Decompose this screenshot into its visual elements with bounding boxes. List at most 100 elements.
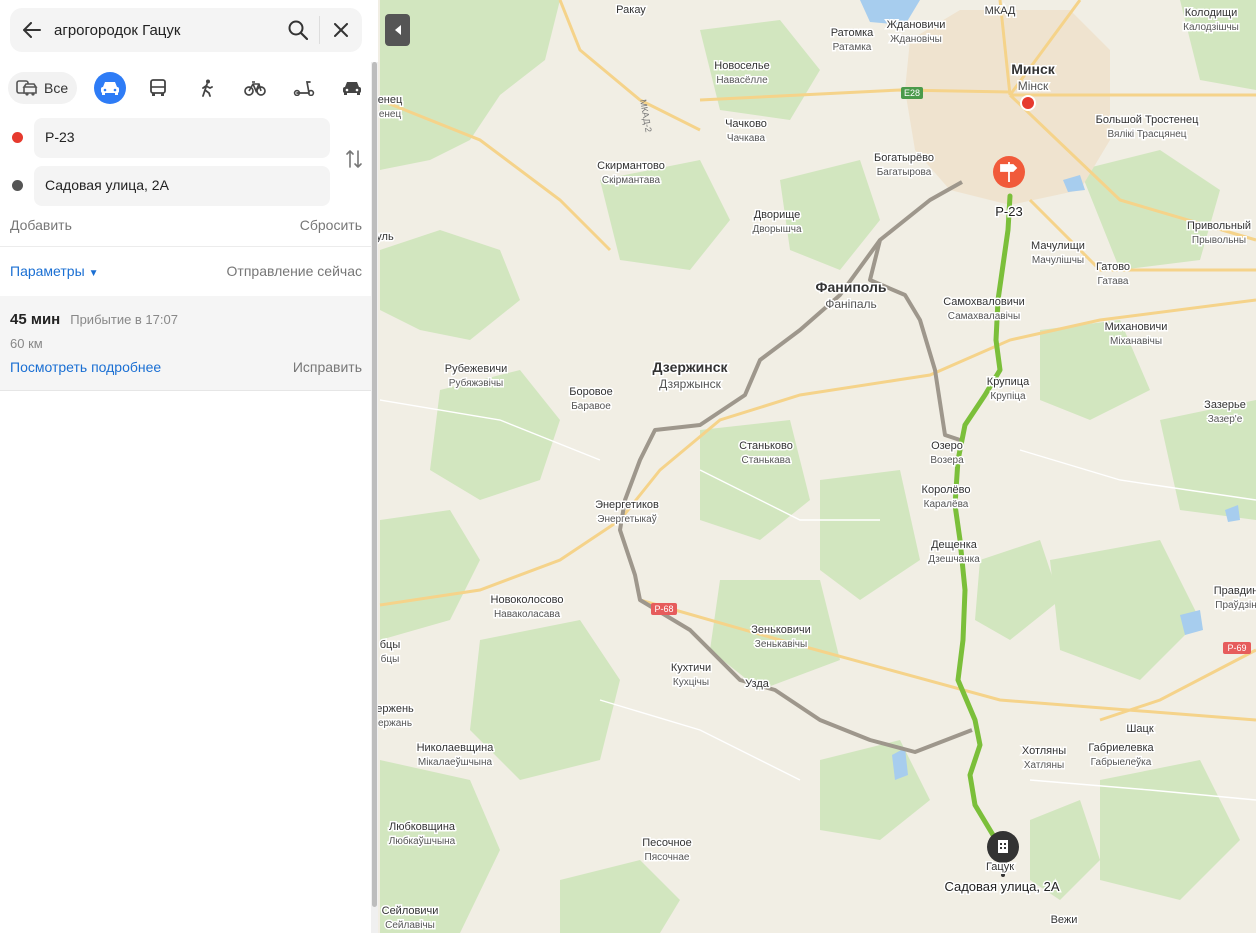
route-end: Садовая улица, 2А	[0, 166, 340, 206]
place-label[interactable]: Правдин	[1212, 584, 1256, 599]
place-label[interactable]: Дзержинск	[651, 358, 730, 377]
place-label[interactable]: Новоселье	[713, 59, 771, 74]
route-panel: агрогородок Гацук Все Р-23 Садовая улица…	[0, 0, 378, 933]
place-label[interactable]: Энергетиков	[594, 498, 661, 513]
place-label[interactable]: Гатово	[1094, 260, 1131, 275]
place-label[interactable]: Песочное	[641, 836, 694, 851]
place-label[interactable]: Шацк	[1125, 722, 1155, 737]
place-label[interactable]: Мачулищи	[1030, 239, 1087, 254]
mode-car-button[interactable]	[94, 72, 126, 104]
map-canvas[interactable]: E28 Р-68 Р-69 МКАД-2 Ракау ЖдановичиЖдано…	[378, 0, 1256, 933]
swap-button[interactable]	[343, 148, 365, 170]
place-label[interactable]: Боровое	[568, 385, 615, 400]
search-button[interactable]	[277, 8, 319, 52]
place-label-belarusian: Любкаўшчына	[389, 835, 456, 847]
place-label[interactable]: Самохваловичи	[942, 295, 1027, 310]
mode-bus-button[interactable]	[143, 72, 174, 104]
details-link[interactable]: Посмотреть подробнее	[10, 359, 161, 375]
swap-arrows-icon	[346, 150, 362, 168]
place-label-belarusian: Пясочнае	[645, 852, 690, 863]
mode-all-button[interactable]: Все	[8, 72, 78, 104]
scrollbar-thumb[interactable]	[372, 62, 377, 907]
place-label[interactable]: Михановичи	[1103, 320, 1169, 335]
place-label[interactable]: Крупица	[985, 375, 1031, 390]
place-label[interactable]: Ракау	[615, 3, 648, 18]
place-label-belarusian: Дзешчанка	[928, 554, 980, 565]
reset-link[interactable]: Сбросить	[300, 217, 362, 233]
search-box: агрогородок Гацук	[10, 8, 362, 52]
road-label-mkad2: МКАД-2	[638, 99, 654, 133]
clear-button[interactable]	[320, 8, 362, 52]
place-label[interactable]: Большой Тростенец	[1094, 113, 1200, 128]
map[interactable]: E28 Р-68 Р-69 МКАД-2 Ракау Ждановичи Ждано…	[378, 0, 1256, 933]
parameters-label: Параметры	[10, 263, 85, 279]
place-label[interactable]: Сейловичи	[380, 904, 440, 919]
route-start: Р-23	[0, 118, 340, 158]
back-button[interactable]	[10, 8, 54, 52]
end-field[interactable]: Садовая улица, 2А	[34, 166, 330, 206]
mode-taxi-button[interactable]	[337, 72, 368, 104]
place-label-belarusian: Мікалаеўшчына	[418, 756, 493, 768]
main-route[interactable]	[952, 193, 1013, 853]
start-pin-icon[interactable]	[993, 156, 1025, 188]
place-label-belarusian: ержань	[378, 718, 412, 729]
place-label[interactable]: Минск	[1010, 60, 1058, 79]
mode-scooter-button[interactable]	[288, 72, 319, 104]
place-label[interactable]: Станьково	[738, 439, 795, 454]
parameters-button[interactable]: Параметры ▼	[10, 263, 99, 279]
start-field[interactable]: Р-23	[34, 118, 330, 158]
place-label[interactable]: Колодищи	[1183, 6, 1238, 21]
mode-walk-button[interactable]	[191, 72, 222, 104]
place-label[interactable]: МКАД	[983, 4, 1017, 19]
add-point-link[interactable]: Добавить	[10, 217, 72, 233]
multi-transport-icon	[16, 80, 38, 96]
place-label[interactable]: Новоколосово	[489, 593, 565, 608]
fix-link[interactable]: Исправить	[293, 359, 362, 375]
place-label[interactable]: Озеро	[930, 439, 965, 454]
search-query[interactable]: агрогородок Гацук	[54, 22, 277, 39]
mode-bike-button[interactable]	[240, 72, 271, 104]
place-label[interactable]: Николаевщина	[415, 741, 496, 756]
place-label[interactable]: Хотляны	[1020, 744, 1067, 759]
place-label[interactable]: Чачково	[724, 117, 769, 132]
road-shield-r68: Р-68	[651, 603, 677, 615]
place-label[interactable]: Узда	[744, 677, 772, 692]
road-shield-r69: Р-69	[1223, 642, 1251, 654]
place-label[interactable]: Ждановичи	[885, 18, 947, 33]
route-options: Параметры ▼ Отправление сейчас	[10, 263, 362, 279]
place-label[interactable]: уль	[378, 230, 395, 245]
place-label[interactable]: Дещенка	[930, 538, 980, 553]
collapse-panel-button[interactable]	[385, 14, 410, 46]
place-label[interactable]: Вежи	[1049, 913, 1079, 928]
place-label[interactable]: Кухтичи	[669, 661, 712, 676]
place-label[interactable]: Зазерье	[1203, 398, 1248, 413]
place-label-belarusian: Рубяжэвічы	[449, 377, 503, 389]
place-label[interactable]: енец	[378, 93, 404, 108]
road-label-r68: Р-68	[654, 604, 673, 614]
place-label[interactable]: Зеньковичи	[750, 623, 813, 638]
place-label[interactable]: бцы	[378, 638, 402, 653]
start-dot-icon	[12, 132, 23, 143]
place-label[interactable]: Габриелевка	[1087, 741, 1156, 756]
place-label[interactable]: Рубежевичи	[443, 362, 508, 377]
place-label[interactable]: Фаниполь	[814, 278, 888, 297]
place-label-belarusian: Габрыелеўка	[1091, 756, 1152, 768]
place-label[interactable]: Любковщина	[387, 820, 457, 835]
panel-scrollbar[interactable]	[371, 62, 378, 933]
scooter-icon	[293, 81, 314, 96]
place-label[interactable]: Королёво	[920, 483, 972, 498]
place-label[interactable]: Скирмантово	[596, 159, 667, 174]
route-result[interactable]: 45 мин Прибытие в 17:07 60 км Посмотреть…	[0, 296, 371, 391]
place-label[interactable]: Привольный	[1185, 219, 1252, 234]
place-label[interactable]: ержень	[378, 702, 416, 717]
bus-icon	[150, 79, 167, 96]
place-label-belarusian: Каралёва	[924, 499, 969, 510]
place-label[interactable]: Дворище	[752, 208, 802, 223]
place-label[interactable]: Ратомка	[829, 26, 875, 41]
close-icon	[334, 23, 348, 37]
place-label[interactable]: Богатырёво	[872, 151, 935, 166]
place-label-belarusian: Крупіца	[990, 391, 1026, 402]
place-label-belarusian: Кухцічы	[673, 677, 709, 688]
departure-time-button[interactable]: Отправление сейчас	[227, 263, 362, 279]
start-point-label: Р-23	[995, 204, 1022, 219]
